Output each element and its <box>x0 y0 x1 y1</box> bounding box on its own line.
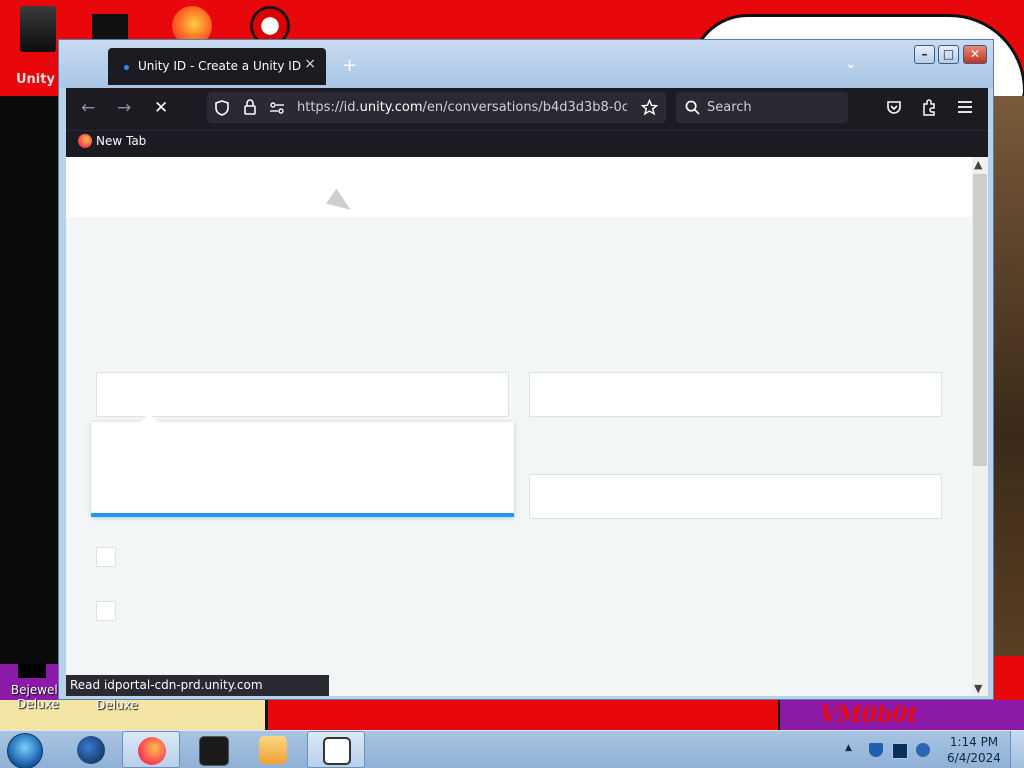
password-field[interactable] <box>529 372 942 417</box>
username-field[interactable] <box>529 474 942 519</box>
bookmarks-toolbar: New Tab <box>66 130 988 158</box>
tab-title: Unity ID - Create a Unity ID <box>138 59 302 73</box>
terms-checkbox[interactable] <box>96 547 116 567</box>
system-clock[interactable]: 1:14 PM 6/4/2024 <box>945 734 1003 766</box>
tab-list-chevron-icon[interactable]: ⌄ <box>845 56 857 72</box>
taskbar-firefox[interactable] <box>122 731 180 768</box>
wallpaper-dark-panel <box>0 96 58 666</box>
status-bar: Read idportal-cdn-prd.unity.com <box>66 675 329 696</box>
search-placeholder: Search <box>707 100 752 115</box>
search-icon <box>685 100 700 115</box>
bejeweled-icon[interactable] <box>18 664 46 678</box>
tab-close-icon[interactable]: × <box>304 56 316 72</box>
taskbar: ▲ 1:14 PM 6/4/2024 <box>0 730 1024 768</box>
unity-icon <box>323 737 351 765</box>
start-button[interactable] <box>7 733 43 768</box>
taskbar-terminal[interactable] <box>184 731 242 768</box>
loading-dot-icon <box>124 65 129 70</box>
lock-icon[interactable] <box>244 99 256 115</box>
tab-unity-id[interactable]: Unity ID - Create a Unity ID × <box>108 48 326 85</box>
wallpaper-right-strip <box>990 96 1024 656</box>
email-field[interactable] <box>96 372 509 417</box>
navigation-toolbar: ← → ✕ https://id.unity.com/en/conversati… <box>66 88 988 130</box>
pocket-icon[interactable] <box>886 100 902 116</box>
close-window-button[interactable]: ✕ <box>963 45 987 64</box>
computer-icon[interactable] <box>20 6 56 52</box>
globe-icon <box>77 736 105 764</box>
vertical-scrollbar[interactable]: ▲ ▼ <box>972 157 988 696</box>
tab-strip: Unity ID - Create a Unity ID × + ⌄ – □ ✕ <box>59 40 993 88</box>
extensions-icon[interactable] <box>921 99 937 116</box>
wallpaper-text: VM0b0t <box>820 702 918 728</box>
search-bar[interactable]: Search <box>676 92 848 123</box>
taskbar-unity-hub[interactable] <box>307 731 365 768</box>
volume-icon[interactable] <box>916 743 930 757</box>
marketing-checkbox[interactable] <box>96 601 116 621</box>
firefox-window: Unity ID - Create a Unity ID × + ⌄ – □ ✕… <box>58 39 994 700</box>
shield-icon[interactable] <box>215 100 229 116</box>
play-icon <box>259 736 287 764</box>
permissions-icon[interactable] <box>269 102 285 114</box>
scrollbar-thumb[interactable] <box>973 174 987 466</box>
taskbar-media-player[interactable] <box>244 731 302 768</box>
minimize-button[interactable]: – <box>914 45 935 64</box>
clock-time: 1:14 PM <box>949 735 999 749</box>
url-text[interactable]: https://id.unity.com/en/conversations/b4… <box>297 100 627 115</box>
bookmark-star-icon[interactable] <box>641 99 658 116</box>
back-arrow-icon[interactable]: ← <box>81 98 95 118</box>
address-bar[interactable]: https://id.unity.com/en/conversations/b4… <box>207 92 666 123</box>
bookmark-new-tab[interactable]: New Tab <box>78 134 146 148</box>
show-desktop-button[interactable] <box>1010 731 1024 768</box>
taskbar-network-app[interactable] <box>62 731 120 768</box>
page-content <box>66 157 972 696</box>
clock-date: 6/4/2024 <box>947 751 1001 765</box>
menu-icon[interactable] <box>958 101 972 113</box>
package-icon[interactable] <box>92 14 128 40</box>
firefox-icon <box>138 737 166 765</box>
popover-progress-bar <box>91 513 514 517</box>
page-header-area <box>66 157 972 217</box>
scroll-down-icon[interactable]: ▼ <box>974 682 982 695</box>
stop-loading-icon[interactable]: ✕ <box>154 98 168 118</box>
scroll-up-icon[interactable]: ▲ <box>974 158 982 171</box>
deluxe-label[interactable]: Deluxe <box>92 698 142 712</box>
security-shield-icon[interactable] <box>869 743 883 757</box>
forward-arrow-icon[interactable]: → <box>117 98 131 118</box>
network-icon[interactable] <box>892 743 908 759</box>
tray-overflow-icon[interactable]: ▲ <box>845 743 852 753</box>
validation-popover <box>91 413 514 517</box>
firefox-icon <box>78 134 92 148</box>
terminal-icon <box>199 736 229 766</box>
maximize-button[interactable]: □ <box>938 45 959 64</box>
new-tab-button[interactable]: + <box>342 55 357 76</box>
